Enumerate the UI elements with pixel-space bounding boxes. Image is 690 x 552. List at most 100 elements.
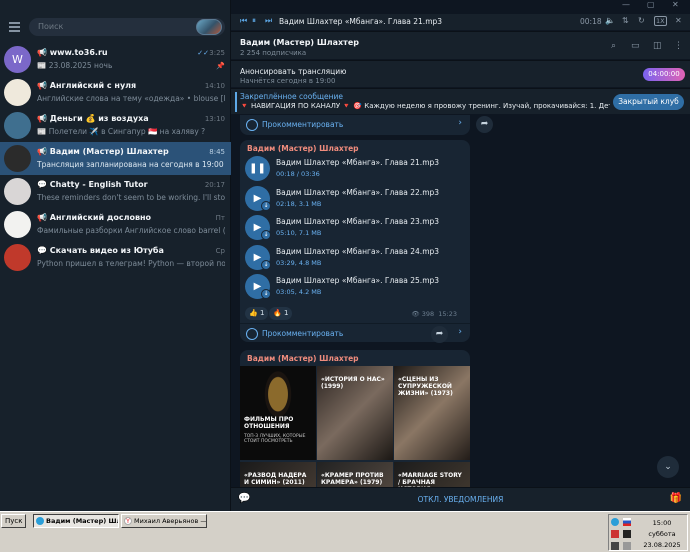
network-icon[interactable] (611, 542, 619, 550)
forward-icon[interactable]: ➦ (476, 116, 493, 133)
audio-player-bar: ⏮ ⏸ ⏭ Вадим Шлахтер «Мбанга». Глава 21.m… (231, 14, 690, 30)
private-club-button[interactable]: Закрытый клуб (613, 94, 684, 110)
pause-icon[interactable]: ❚❚ (245, 156, 270, 181)
post-author[interactable]: Вадим (Мастер) Шлахтер (247, 144, 359, 153)
audio-track[interactable]: ▶ ↓ Вадим Шлахтер «Мбанга». Глава 22.mp3 02… (245, 185, 465, 212)
taskbar-telegram[interactable]: Вадим (Мастер) Шла... (33, 514, 119, 528)
start-button[interactable]: Пуск (1, 514, 27, 528)
previous-track-icon[interactable]: ⏮ (240, 16, 247, 26)
repeat-icon[interactable]: ↻ (638, 16, 645, 25)
playback-speed-button[interactable]: 1X (654, 16, 667, 26)
audio-track[interactable]: ❚❚ Вадим Шлахтер «Мбанга». Глава 21.mp3 00… (245, 156, 465, 182)
monitor-icon[interactable] (623, 530, 631, 538)
scroll-down-button[interactable]: ⌄ (657, 456, 679, 478)
message-feed: Прокомментировать › ➦ Вадим (Мастер) Шла… (231, 115, 690, 487)
chat-time: 20:17 (204, 181, 225, 189)
menu-icon[interactable] (9, 22, 20, 32)
image-caption: «КРАМЕР ПРОТИВ КРАМЕРА» (1979) (321, 472, 384, 486)
post-image[interactable]: «ИСТОРИЯ О НАС» (1999) (317, 366, 393, 460)
pinned-message-bar[interactable]: Закреплённое сообщение 🔻 НАВИГАЦИЯ ПО КА… (231, 88, 690, 114)
chat-title: 📢 Английский с нуля (37, 81, 137, 90)
download-icon[interactable]: ↓ (261, 259, 271, 270)
comments-icon[interactable]: ▭ (631, 41, 640, 51)
post-image[interactable]: «СЦЕНЫ ИЗ СУПРУЖЕСКОЙ ЖИЗНИ» (1973) (394, 366, 470, 460)
avatar (4, 145, 31, 172)
chat-item[interactable]: 💬 Скачать видео из Ютуба Ср Python пришел … (0, 241, 231, 274)
next-track-icon[interactable]: ⏭ (265, 16, 272, 26)
maximize-icon[interactable]: ▢ (647, 0, 655, 9)
close-icon[interactable]: ✕ (672, 0, 679, 9)
minimize-icon[interactable]: — (622, 0, 630, 9)
story-avatar-icon[interactable] (196, 19, 222, 35)
search-input[interactable]: Поиск (29, 18, 225, 36)
track-meta: 03:29, 4.8 MB (276, 258, 322, 267)
chat-view: — ▢ ✕ ⏮ ⏸ ⏭ Вадим Шлахтер «Мбанга». Глав… (231, 0, 690, 511)
chevron-right-icon: › (458, 327, 462, 337)
pen-icon[interactable] (611, 530, 619, 538)
audio-track[interactable]: ▶ ↓ Вадим Шлахтер «Мбанга». Глава 25.mp3 03… (245, 274, 465, 300)
volume-icon[interactable]: 🔈 (605, 16, 615, 25)
order-icon[interactable]: ⇅ (622, 16, 629, 25)
reaction-fire[interactable]: 🔥 1 (269, 307, 293, 320)
more-options-icon[interactable]: ⋮ (674, 41, 683, 51)
avatar (4, 211, 31, 238)
image-caption: ФИЛЬМЫ ПРО ОТНОШЕНИЯ (244, 416, 294, 430)
search-icon[interactable]: ⌕ (611, 41, 616, 51)
chat-last-message: These reminders don't seem to be working… (37, 193, 225, 202)
chat-time: Ср (215, 247, 225, 255)
chat-item[interactable]: 📢 Вадим (Мастер) Шлахтер 8:45 Трансляция з… (0, 142, 231, 175)
chat-time: 13:10 (204, 115, 225, 123)
previous-post-footer: Прокомментировать › (240, 115, 470, 135)
taskbar-yandex[interactable]: YМихаил Аверьянов — Я... (121, 514, 207, 528)
yandex-icon: Y (124, 517, 132, 525)
download-icon[interactable]: ↓ (261, 289, 271, 299)
chat-item[interactable]: W 📢 www.to36.ru ✓✓ 3:25 📰 23.08.2025 ночь 📌 (0, 43, 231, 76)
telegram-tray-icon[interactable] (611, 518, 619, 526)
avatar (4, 178, 31, 205)
post-image[interactable]: ФИЛЬМЫ ПРО ОТНОШЕНИЯ ТОП-3 ЛУЧШИХ, КОТОРЫ… (240, 366, 316, 460)
chat-item[interactable]: 📢 Английский дословно Пт Фамильные разборк… (0, 208, 231, 241)
download-icon[interactable]: ↓ (261, 230, 271, 240)
mute-notifications-button[interactable]: ОТКЛ. УВЕДОМЛЕНИЯ (231, 495, 690, 504)
pause-icon[interactable]: ⏸ (252, 16, 256, 26)
player-track-title[interactable]: Вадим Шлахтер «Мбанга». Глава 21.mp3 (279, 17, 442, 26)
download-icon[interactable]: ↓ (261, 200, 271, 211)
clock-day: суббота (648, 530, 676, 538)
post-image[interactable]: «РАЗВОД НАДЕРА И СИМИН» (2011) (240, 462, 316, 487)
reaction-like[interactable]: 👍 1 (245, 307, 269, 320)
audio-track[interactable]: ▶ ↓ Вадим Шлахтер «Мбанга». Глава 24.mp3 03… (245, 244, 465, 271)
post-image[interactable]: «MARRIAGE STORY / БРАЧНАЯ ИСТОРИЯ» (394, 462, 470, 487)
language-flag-icon[interactable] (623, 518, 631, 526)
post-author[interactable]: Вадим (Мастер) Шлахтер (247, 354, 359, 363)
pinned-label: Закреплённое сообщение (240, 92, 344, 101)
pinned-indicator (235, 92, 237, 112)
image-caption: «РАЗВОД НАДЕРА И СИМИН» (2011) (244, 472, 307, 486)
live-stream-title: Анонсировать трансляцию (240, 67, 347, 76)
gift-icon[interactable]: 🎁 (670, 493, 682, 504)
live-stream-start: Начнётся сегодня в 19:00 (240, 77, 336, 85)
chat-item[interactable]: 💬 Chatty - English Tutor 20:17 These remin… (0, 175, 231, 208)
close-player-icon[interactable]: ✕ (675, 16, 682, 25)
audio-track[interactable]: ▶ ↓ Вадим Шлахтер «Мбанга». Глава 23.mp3 05… (245, 215, 465, 241)
track-meta: 05:10, 7.1 MB (276, 229, 322, 237)
comment-icon (246, 119, 258, 131)
chat-last-message: Python пришел в телеграм! Python — второ… (37, 259, 225, 268)
clock-time[interactable]: 15:00 (637, 519, 687, 527)
track-name: Вадим Шлахтер «Мбанга». Глава 23.mp3 (276, 217, 440, 226)
chat-item[interactable]: 📢 Деньги 💰 из воздуха 13:10 📰 Полетели ✈️ … (0, 109, 231, 142)
sidebar-toggle-icon[interactable]: ◫ (653, 41, 662, 51)
image-caption: «СЦЕНЫ ИЗ СУПРУЖЕСКОЙ ЖИЗНИ» (1973) (398, 376, 453, 397)
channel-title[interactable]: Вадим (Мастер) Шлахтер (240, 38, 359, 47)
countdown-button[interactable]: 04:00:00 (643, 68, 685, 81)
track-name: Вадим Шлахтер «Мбанга». Глава 24.mp3 (276, 246, 440, 256)
comment-row[interactable]: Прокомментировать › (240, 115, 470, 135)
chat-header[interactable]: Вадим (Мастер) Шлахтер 2 254 подписчика … (231, 31, 690, 59)
forward-icon[interactable]: ➦ (431, 326, 448, 343)
track-meta: 00:18 / 03:36 (276, 170, 320, 178)
live-stream-banner[interactable]: Анонсировать трансляцию Начнётся сегодня… (231, 60, 690, 87)
volume-tray-icon[interactable] (623, 542, 631, 550)
post-image[interactable]: «КРАМЕР ПРОТИВ КРАМЕРА» (1979) (317, 462, 393, 487)
comment-label: Прокомментировать (262, 120, 344, 129)
track-meta: 02:18, 3.1 MB (276, 199, 322, 208)
chat-item[interactable]: 📢 Английский с нуля 14:10 Английские слова… (0, 76, 231, 109)
